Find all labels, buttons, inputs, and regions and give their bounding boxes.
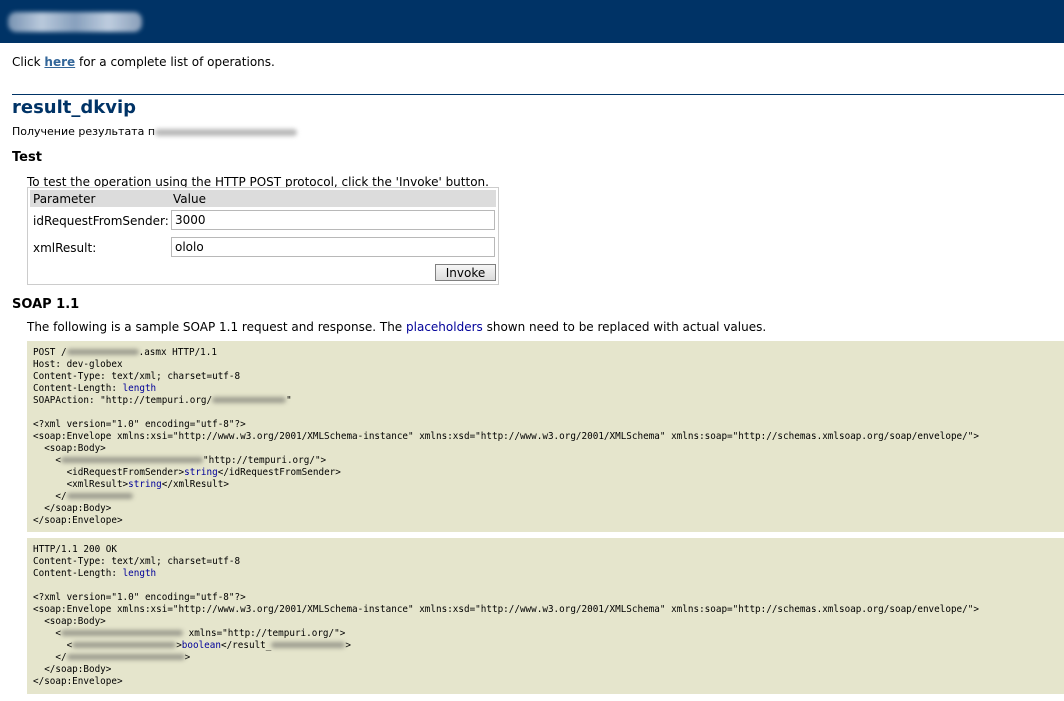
xmlresult-input[interactable] — [171, 237, 495, 257]
column-header-parameter: Parameter — [33, 192, 96, 206]
operation-description-text: Получение результата п — [12, 125, 156, 138]
soap11-intro-suffix: shown need to be replaced with actual va… — [482, 320, 767, 334]
operation-description: Получение результата п — [12, 125, 298, 138]
service-logo — [8, 12, 142, 32]
table-header: Parameter Value — [30, 190, 496, 207]
redacted-text — [66, 493, 133, 499]
intro-prefix: Click — [12, 55, 45, 69]
redacted-text — [66, 349, 139, 355]
redacted-text — [72, 642, 177, 648]
redacted-text — [271, 642, 346, 648]
param-label-xmlresult: xmlResult: — [33, 241, 97, 255]
placeholders-term: placeholders — [406, 320, 483, 334]
operation-title: result_dkvip — [12, 97, 137, 118]
idrequestfromsender-input[interactable] — [171, 210, 495, 230]
redacted-text — [155, 128, 298, 136]
redacted-text — [66, 654, 185, 660]
invoke-button[interactable]: Invoke — [435, 264, 496, 281]
soap11-heading: SOAP 1.1 — [12, 297, 80, 312]
test-heading: Test — [12, 150, 42, 165]
column-header-value: Value — [173, 192, 206, 206]
operations-list-link[interactable]: here — [44, 55, 75, 69]
parameter-table: Parameter Value idRequestFromSender: xml… — [27, 187, 499, 285]
page-header — [0, 0, 1064, 43]
param-label-idrequestfromsender: idRequestFromSender: — [33, 214, 169, 228]
soap-request-sample: POST / .asmx HTTP/1.1 Host: dev-globex Co… — [27, 341, 1064, 532]
soap-response-sample: HTTP/1.1 200 OK Content-Type: text/xml; … — [27, 538, 1064, 694]
intro-suffix: for a complete list of operations. — [75, 55, 275, 69]
redacted-text — [212, 397, 287, 403]
redacted-text — [61, 457, 203, 463]
soap11-intro-prefix: The following is a sample SOAP 1.1 reque… — [27, 320, 407, 334]
intro-text: Click here for a complete list of operat… — [12, 55, 275, 69]
divider — [12, 94, 1064, 95]
redacted-text — [61, 630, 183, 636]
soap11-intro: The following is a sample SOAP 1.1 reque… — [27, 320, 766, 334]
